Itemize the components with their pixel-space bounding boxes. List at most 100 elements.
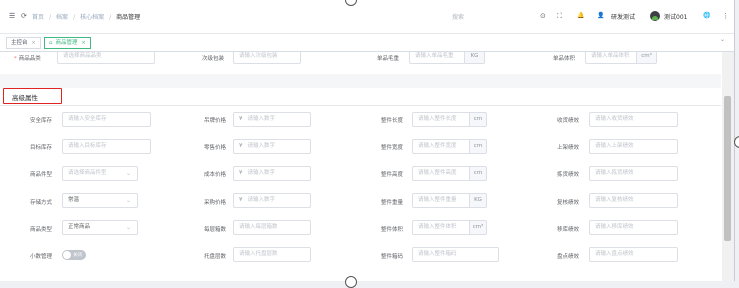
breadcrumb: 首页 / 档案 / 核心档案 / 商品管理 [32, 14, 141, 21]
notification-icon[interactable]: 🔔 [577, 12, 584, 20]
tag-price-label: 吊牌价格 [204, 118, 227, 124]
purchase-price-input[interactable]: ¥ 请输入数字 [233, 193, 311, 208]
user-name[interactable]: 研发测试 [611, 12, 635, 21]
secondary-package-input[interactable]: 请输入次级包装 [233, 52, 301, 64]
stocktake-performance-input[interactable]: 请输入盘点绩效 [589, 247, 678, 262]
chevron-down-icon[interactable]: ⌄ [720, 36, 725, 43]
tag-product-management[interactable]: ⌂ 商品管理 × [44, 37, 91, 49]
globe-icon[interactable]: 🌐 [703, 12, 710, 20]
close-icon[interactable]: × [82, 40, 86, 46]
case-weight-input[interactable]: 请输入整件重量 [412, 193, 470, 208]
tenant-avatar[interactable] [650, 11, 660, 21]
chevron-down-icon: ⌄ [125, 197, 131, 204]
storage-method-label: 存储方式 [30, 200, 53, 206]
advanced-attributes-header: 高级属性 [3, 88, 62, 104]
purchase-price-label: 采购价格 [204, 200, 227, 206]
relocation-performance-label: 移库绩效 [557, 227, 580, 233]
case-weight-unit: KG [470, 193, 487, 208]
product-category-select[interactable]: 正常商品 ⌄ [62, 220, 138, 235]
case-volume-label: 整件体积 [381, 227, 404, 233]
tenant-name[interactable]: 测试001 [664, 12, 687, 21]
refresh-icon[interactable]: ⟳ [21, 13, 27, 20]
item-type-select[interactable]: 请选择商品件型 ⌄ [62, 166, 138, 181]
chevron-down-icon: ⌄ [125, 224, 131, 231]
tag-console-label: 主控台 [11, 40, 28, 46]
form-content: * 商品品类 请选择商品品类 次级包装 请输入次级包装 单品毛重 请输入单品毛重 … [0, 52, 721, 281]
volume-unit: cm³ [637, 52, 657, 64]
case-weight-label: 整件重量 [381, 200, 404, 206]
decimal-management-label: 小数管理 [30, 254, 53, 260]
case-length-input[interactable]: 请输入整件长度 [412, 112, 470, 127]
volume-label: 单品体积 [553, 56, 576, 62]
tags-view-bar: 主控台 × ⌂ 商品管理 × [0, 34, 734, 52]
case-barcode-input[interactable]: 请输入整件箱码 [412, 247, 499, 262]
case-height-label: 整件高度 [381, 172, 404, 178]
case-volume-input[interactable]: 请输入整件体积 [412, 220, 470, 235]
case-width-label: 整件宽度 [381, 145, 404, 151]
tag-price-input[interactable]: ¥ 请输入数字 [233, 112, 311, 127]
section-divider [0, 74, 721, 88]
picking-performance-input[interactable]: 请输入拣货绩效 [589, 166, 678, 181]
case-height-unit: cm [470, 166, 487, 181]
case-length-unit: cm [470, 112, 487, 127]
fullscreen-icon[interactable]: ⛶ [557, 12, 562, 20]
breadcrumb-core-archive[interactable]: 核心档案 [80, 14, 104, 21]
case-volume-unit: cm³ [470, 220, 487, 235]
decimal-management-switch[interactable]: 关闭 [62, 250, 86, 260]
header-search[interactable]: 搜索 [452, 12, 464, 21]
target-stock-input[interactable]: 请输入目标库存 [62, 139, 151, 154]
home-icon: ⌂ [49, 40, 53, 46]
review-performance-label: 复核绩效 [557, 200, 580, 206]
case-height-input[interactable]: 请输入整件高度 [412, 166, 470, 181]
gross-weight-unit: KG [465, 52, 485, 64]
pallet-layers-label: 托盘层数 [204, 254, 227, 260]
case-barcode-label: 整件箱码 [381, 254, 404, 260]
user-icon: 👤 [597, 12, 605, 19]
resize-handle-right[interactable] [734, 136, 739, 148]
vertical-scrollbar[interactable] [722, 52, 734, 281]
case-width-unit: cm [470, 139, 487, 154]
picking-performance-label: 拣货绩效 [557, 172, 580, 178]
close-icon[interactable]: × [32, 40, 36, 46]
switch-text: 关闭 [73, 253, 82, 258]
storage-method-select[interactable]: 常温 ⌄ [62, 193, 138, 208]
scrollbar-thumb[interactable] [724, 96, 731, 241]
product-category-label: 商品类型 [30, 227, 53, 233]
target-stock-label: 目标库存 [30, 145, 53, 151]
resize-handle-bottom[interactable] [345, 276, 357, 288]
tag-console[interactable]: 主控台 × [6, 37, 41, 49]
chevron-down-icon: ⌄ [125, 170, 131, 177]
top-navbar: ☰ ⟳ 首页 / 档案 / 核心档案 / 商品管理 搜索 ⊙ ⛶ 🔔 👤 研发测试 测试00… [0, 0, 734, 34]
safety-stock-label: 安全库存 [30, 118, 53, 124]
receiving-performance-label: 收货绩效 [557, 118, 580, 124]
volume-input[interactable]: 请输入单品体积 [585, 52, 637, 64]
putaway-performance-input[interactable]: 请输入上架绩效 [589, 139, 678, 154]
github-icon[interactable]: ⊙ [540, 12, 546, 20]
gross-weight-input[interactable]: 请输入单品毛重 [409, 52, 465, 64]
more-icon[interactable]: ⋮ [722, 12, 729, 20]
cost-price-input[interactable]: ¥ 请输入数字 [233, 166, 311, 181]
boxes-per-layer-input[interactable]: 请输入每层箱数 [233, 220, 311, 235]
relocation-performance-input[interactable]: 请输入移库绩效 [589, 220, 678, 235]
breadcrumb-current: 商品管理 [116, 14, 141, 21]
pallet-layers-input[interactable]: 请输入托盘层数 [233, 247, 311, 262]
retail-price-label: 零售价格 [204, 145, 227, 151]
commodity-type-select[interactable]: 请选择商品品类 [57, 52, 155, 64]
breadcrumb-archive[interactable]: 档案 [56, 14, 68, 21]
retail-price-input[interactable]: ¥ 请输入数字 [233, 139, 311, 154]
review-performance-input[interactable]: 请输入复核绩效 [589, 193, 678, 208]
app-frame: ☰ ⟳ 首页 / 档案 / 核心档案 / 商品管理 搜索 ⊙ ⛶ 🔔 👤 研发测试 测试00… [0, 0, 735, 281]
safety-stock-input[interactable]: 请输入安全库存 [62, 112, 151, 127]
menu-toggle-icon[interactable]: ☰ [9, 13, 15, 20]
section-rule [0, 105, 721, 106]
putaway-performance-label: 上架绩效 [557, 145, 580, 151]
breadcrumb-home[interactable]: 首页 [32, 14, 44, 21]
switch-knob [63, 251, 71, 259]
receiving-performance-input[interactable]: 请输入收货绩效 [589, 112, 678, 127]
case-length-label: 整件长度 [381, 118, 404, 124]
item-type-label: 商品件型 [30, 172, 53, 178]
secondary-package-label: 次级包装 [202, 56, 225, 62]
case-width-input[interactable]: 请输入整件宽度 [412, 139, 470, 154]
commodity-type-label: * 商品品类 [14, 56, 41, 62]
stocktake-performance-label: 盘点绩效 [557, 254, 580, 260]
